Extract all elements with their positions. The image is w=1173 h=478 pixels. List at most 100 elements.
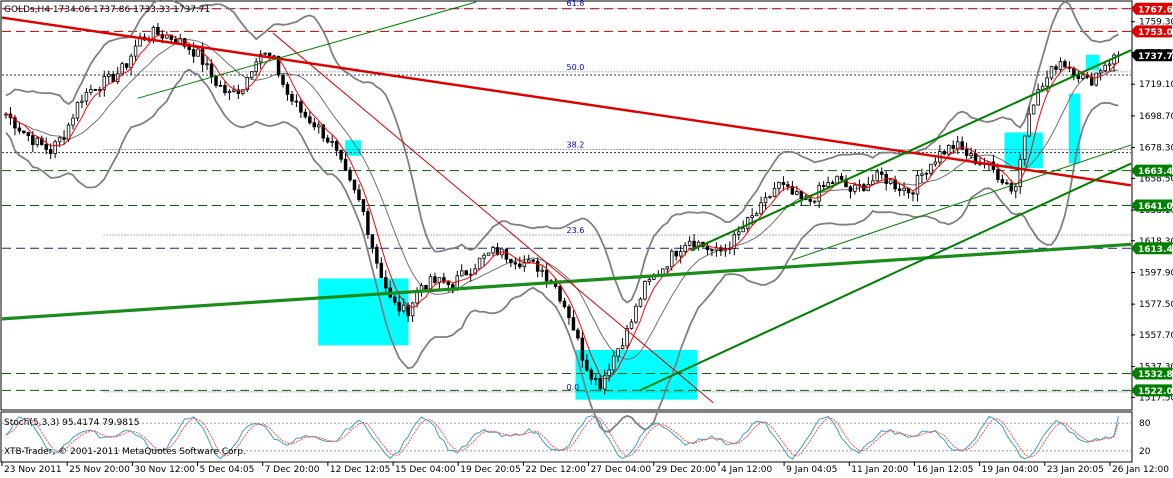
candle-body xyxy=(598,378,602,390)
candle-body xyxy=(98,89,102,91)
candle-body xyxy=(786,184,790,187)
candle-body xyxy=(620,345,625,350)
candle-body xyxy=(996,169,1000,180)
candle-body xyxy=(879,171,884,175)
candle-body xyxy=(768,195,772,198)
candle-body xyxy=(826,182,830,188)
x-axis-tick-label: 16 Jan 12:05 xyxy=(916,465,973,474)
candle-body xyxy=(62,137,66,140)
candle-body xyxy=(750,215,754,218)
candle-body xyxy=(491,247,495,254)
candle-body xyxy=(567,306,571,319)
candle-body xyxy=(111,73,115,82)
price-label-text: 1641.00 xyxy=(1138,202,1173,212)
x-axis-tick-label: 23 Jan 20:05 xyxy=(1047,465,1104,474)
candle-body xyxy=(214,76,218,86)
candle-body xyxy=(384,277,388,289)
candle-body xyxy=(571,317,576,331)
candle-body xyxy=(678,251,683,257)
x-axis-tick-label: 29 Dec 20:00 xyxy=(656,465,717,474)
candle-body xyxy=(531,259,535,262)
candle-body xyxy=(1076,75,1081,79)
candle-body xyxy=(191,49,196,57)
candle-body xyxy=(853,184,857,192)
candle-body xyxy=(451,284,455,289)
candle-body xyxy=(888,179,893,184)
x-axis-tick-label: 22 Dec 12:00 xyxy=(525,465,586,474)
candle-body xyxy=(754,213,759,217)
fib-level-label: 23.6 xyxy=(567,226,585,235)
candle-body xyxy=(22,130,26,134)
candle-body xyxy=(955,141,960,149)
candle-body xyxy=(468,273,473,276)
candle-body xyxy=(17,127,22,132)
candle-body xyxy=(705,246,710,251)
candle-body xyxy=(433,276,437,283)
candle-body xyxy=(80,100,84,103)
candle-body xyxy=(647,278,652,282)
candle-body xyxy=(1094,72,1098,86)
candle-body xyxy=(482,254,486,259)
symbol-info-text: GOLDs,H4 1734.06 1737.86 1733.33 1737.71 xyxy=(4,5,210,15)
candle-body xyxy=(424,285,428,290)
candle-body xyxy=(392,296,397,303)
candle-body xyxy=(969,153,973,157)
candle-body xyxy=(964,148,969,157)
candle-body xyxy=(294,100,299,103)
candle-body xyxy=(285,83,290,95)
candle-body xyxy=(57,137,62,143)
candle-body xyxy=(375,246,379,264)
candle-body xyxy=(1031,104,1036,115)
candle-body xyxy=(692,240,696,248)
x-axis-tick-label: 25 Nov 20:00 xyxy=(69,465,130,474)
candle-body xyxy=(795,191,799,195)
price-chart[interactable]: 61.850.038.223.60.0 1759.301739.501719.1… xyxy=(0,0,1173,475)
candle-body xyxy=(446,281,451,285)
candle-body xyxy=(1081,74,1085,79)
highlight-zone xyxy=(318,278,409,346)
candle-body xyxy=(290,93,294,102)
x-axis-tick-label: 23 Nov 2011 xyxy=(4,465,62,474)
candle-body xyxy=(48,149,53,154)
candle-body xyxy=(379,262,384,278)
x-axis-tick-label: 12 Dec 12:05 xyxy=(330,465,391,474)
stoch-info-text: Stoch(5,3,3) 95.4174 79.9815 xyxy=(4,418,139,428)
candle-body xyxy=(330,140,334,143)
y-axis-tick-label: 1678.30 xyxy=(1139,144,1173,154)
candle-body xyxy=(638,298,643,307)
candle-body xyxy=(897,188,902,191)
candle-body xyxy=(370,234,375,248)
candle-body xyxy=(576,329,580,339)
candle-body xyxy=(589,369,594,380)
candle-body xyxy=(594,378,598,380)
candle-body xyxy=(607,369,611,377)
price-label-text: 1613.46 xyxy=(1138,245,1173,255)
fib-level-label: 0.0 xyxy=(567,383,580,392)
candle-body xyxy=(89,89,93,93)
candle-body xyxy=(477,257,482,270)
candle-body xyxy=(669,250,674,268)
candle-body xyxy=(187,45,191,51)
candle-body xyxy=(509,258,513,264)
x-axis-tick-label: 9 Jan 04:05 xyxy=(786,465,837,474)
candle-body xyxy=(737,231,741,235)
candle-body xyxy=(920,173,924,176)
trading-chart-window: 61.850.038.223.60.0 1759.301739.501719.1… xyxy=(0,0,1173,475)
candle-body xyxy=(821,184,826,188)
fib-level-label: 38.2 xyxy=(567,141,585,150)
price-label-text: 1737.71 xyxy=(1138,52,1173,62)
candle-body xyxy=(361,199,366,213)
candle-body xyxy=(317,124,321,128)
candle-body xyxy=(527,259,531,263)
candle-body xyxy=(665,266,670,270)
candle-body xyxy=(839,175,844,181)
candle-body xyxy=(535,260,540,272)
candle-body xyxy=(267,52,272,57)
candle-body xyxy=(428,276,433,290)
candle-body xyxy=(107,73,111,77)
candle-body xyxy=(249,71,254,78)
candle-body xyxy=(830,182,835,184)
stoch-axis-label: 20 xyxy=(1139,447,1151,457)
candle-body xyxy=(933,161,938,165)
candle-body xyxy=(129,55,133,68)
